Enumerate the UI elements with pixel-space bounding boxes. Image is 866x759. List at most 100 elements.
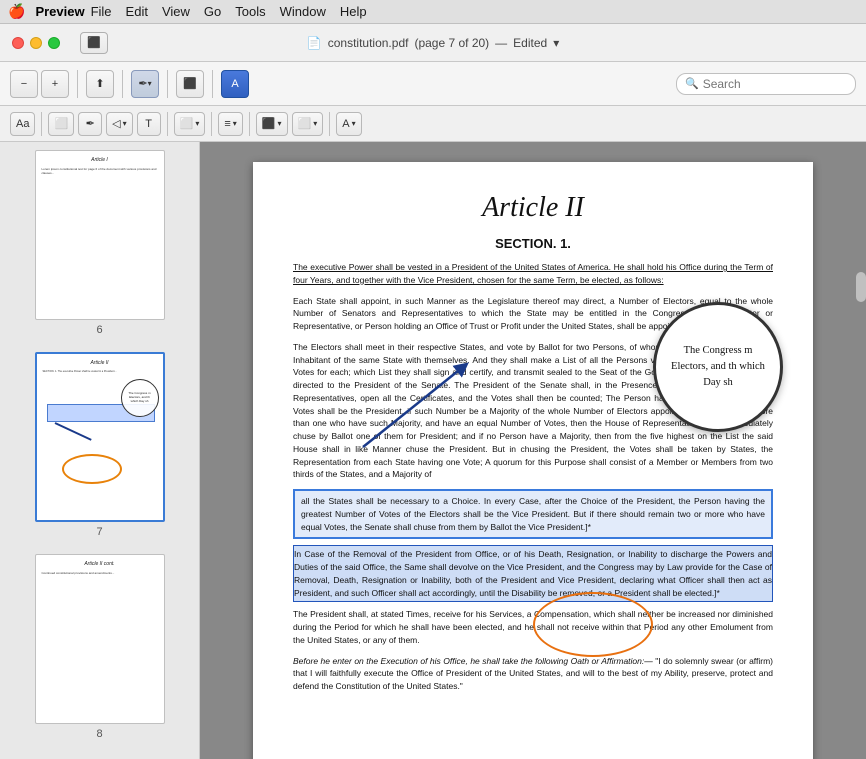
app-menu[interactable]: Preview bbox=[35, 4, 84, 19]
thumb-label-6: 6 bbox=[96, 324, 102, 336]
toolbar-divider-1 bbox=[77, 70, 78, 98]
fill-icon: ⬛ bbox=[262, 117, 276, 130]
page-thumb-8[interactable]: Article II cont. Continued constitutiona… bbox=[4, 554, 195, 740]
highlighted-paragraph: In Case of the Removal of the President … bbox=[293, 545, 773, 602]
maximize-button[interactable] bbox=[48, 37, 60, 49]
titlebar: ⬛ 📄 constitution.pdf (page 7 of 20) — Ed… bbox=[0, 24, 866, 62]
stroke-caret-icon: ▾ bbox=[313, 119, 317, 128]
boxed-paragraph: all the States shall be necessary to a C… bbox=[293, 489, 773, 539]
font2-icon: A bbox=[342, 118, 349, 130]
align-icon: ≡ bbox=[224, 118, 230, 130]
align-caret-icon: ▾ bbox=[233, 119, 237, 128]
fill-button[interactable]: ⬛ ▾ bbox=[256, 112, 288, 136]
edit-menu[interactable]: Edit bbox=[126, 4, 148, 19]
magnifier-content: The Congress m Electors, and th which Da… bbox=[656, 335, 780, 398]
apple-menu[interactable]: 🍎 bbox=[8, 3, 25, 20]
t2-divider-4 bbox=[249, 112, 250, 136]
section-heading: SECTION. 1. bbox=[293, 236, 773, 251]
paragraph-4: all the States shall be necessary to a C… bbox=[301, 495, 765, 533]
text-button[interactable]: T bbox=[137, 112, 161, 136]
window-menu[interactable]: Window bbox=[280, 4, 326, 19]
draw-button[interactable]: ✒ bbox=[78, 112, 102, 136]
file-menu[interactable]: File bbox=[91, 4, 112, 19]
search-icon: 🔍 bbox=[685, 77, 699, 90]
paragraph-7: Before he enter on the Execution of his … bbox=[293, 655, 773, 693]
stroke-button[interactable]: ⬜ ▾ bbox=[292, 112, 324, 136]
thumb-label-8: 8 bbox=[96, 728, 102, 740]
toolbar-divider-2 bbox=[122, 70, 123, 98]
zoom-out-button[interactable]: − bbox=[10, 70, 38, 98]
search-box: 🔍 bbox=[676, 73, 856, 95]
page-thumb-6[interactable]: Article I Lorem ipsum constitutional tex… bbox=[4, 150, 195, 336]
page-thumb-box-7[interactable]: Article II SECTION. 1. The executive Pow… bbox=[35, 352, 165, 522]
zoom-in-button[interactable]: + bbox=[41, 70, 69, 98]
t2-divider-2 bbox=[167, 112, 168, 136]
traffic-lights bbox=[12, 37, 60, 49]
scrollbar-handle[interactable] bbox=[856, 272, 866, 302]
paragraph-6: The President shall, at stated Times, re… bbox=[293, 608, 773, 646]
t2-divider-1 bbox=[41, 112, 42, 136]
page-info: (page 7 of 20) bbox=[414, 36, 489, 50]
pen-caret-icon: ▾ bbox=[148, 79, 152, 88]
filename: constitution.pdf bbox=[328, 36, 409, 50]
pen-tool-button[interactable]: ✒ ▾ bbox=[131, 70, 159, 98]
edited-label: Edited bbox=[513, 36, 547, 50]
shape-caret-icon: ▾ bbox=[123, 119, 127, 128]
menubar: 🍎 Preview File Edit View Go Tools Window… bbox=[0, 0, 866, 24]
share-button[interactable]: ⬆ bbox=[86, 70, 114, 98]
main-area: Article I Lorem ipsum constitutional tex… bbox=[0, 142, 866, 759]
help-menu[interactable]: Help bbox=[340, 4, 367, 19]
fill-caret-icon: ▾ bbox=[278, 119, 282, 128]
thumb-title-7: Article II bbox=[43, 360, 157, 367]
document-page: Article II SECTION. 1. The executive Pow… bbox=[253, 162, 813, 759]
t2-divider-3 bbox=[211, 112, 212, 136]
t2-divider-5 bbox=[329, 112, 330, 136]
go-menu[interactable]: Go bbox=[204, 4, 221, 19]
sidebar: Article I Lorem ipsum constitutional tex… bbox=[0, 142, 200, 759]
rect-button[interactable]: ⬜ bbox=[48, 112, 74, 136]
border-caret-icon: ▾ bbox=[195, 119, 199, 128]
view-menu[interactable]: View bbox=[162, 4, 190, 19]
thumb-arrow bbox=[54, 422, 91, 441]
search-input[interactable] bbox=[703, 77, 847, 91]
thumb-title-6: Article I bbox=[42, 157, 158, 164]
thumb-label-7: 7 bbox=[96, 526, 102, 538]
window-title: 📄 constitution.pdf (page 7 of 20) — Edit… bbox=[307, 36, 559, 50]
shape-button[interactable]: ◁ ▾ bbox=[106, 112, 132, 136]
thumb-magnifier: The Congress mElectors, and thwhich Day … bbox=[121, 379, 159, 417]
underlined-text-1: The executive Power shall be vested in a… bbox=[293, 262, 773, 285]
stroke-icon: ⬜ bbox=[298, 117, 312, 130]
align-button[interactable]: ≡ ▾ bbox=[218, 112, 242, 136]
page-thumb-box-8[interactable]: Article II cont. Continued constitutiona… bbox=[35, 554, 165, 724]
thumb-text-8: Continued constitutional provisions and … bbox=[42, 571, 158, 575]
border-button[interactable]: ⬜ ▾ bbox=[174, 112, 206, 136]
italic-text: Before he enter on the Execution of his … bbox=[293, 656, 653, 666]
separator: — bbox=[495, 36, 507, 50]
thumb-title-8: Article II cont. bbox=[42, 561, 158, 568]
thumb-text-7: SECTION. 1. The executive Power shall be… bbox=[43, 370, 157, 374]
magnifier-overlay: The Congress m Electors, and th which Da… bbox=[653, 302, 783, 432]
doc-area[interactable]: Article II SECTION. 1. The executive Pow… bbox=[200, 142, 866, 759]
toolbar-divider-3 bbox=[167, 70, 168, 98]
close-button[interactable] bbox=[12, 37, 24, 49]
shape-icon: ◁ bbox=[112, 117, 120, 130]
tools-menu[interactable]: Tools bbox=[235, 4, 265, 19]
sidebar-toggle-btn[interactable]: ⬛ bbox=[80, 32, 108, 54]
pen-icon: ✒ bbox=[138, 77, 147, 90]
font-button[interactable]: Aa bbox=[10, 112, 35, 136]
sidebar-btn[interactable]: ⬛ bbox=[176, 70, 204, 98]
thumb-content-8: Article II cont. Continued constitutiona… bbox=[36, 555, 164, 581]
font2-button[interactable]: A ▾ bbox=[336, 112, 361, 136]
thumb-text-6: Lorem ipsum constitutional text for page… bbox=[42, 167, 158, 175]
thumb-content-7: Article II SECTION. 1. The executive Pow… bbox=[37, 354, 163, 380]
paragraph-1: The executive Power shall be vested in a… bbox=[293, 261, 773, 287]
page-thumb-box-6[interactable]: Article I Lorem ipsum constitutional tex… bbox=[35, 150, 165, 320]
font2-caret-icon: ▾ bbox=[352, 119, 356, 128]
annotate-button[interactable]: A bbox=[221, 70, 249, 98]
toolbar-divider-4 bbox=[212, 70, 213, 98]
thumb-orange-ellipse bbox=[62, 454, 122, 484]
chevron-down-icon[interactable]: ▾ bbox=[553, 36, 559, 50]
minimize-button[interactable] bbox=[30, 37, 42, 49]
page-thumb-7[interactable]: Article II SECTION. 1. The executive Pow… bbox=[4, 352, 195, 538]
article-title: Article II bbox=[293, 192, 773, 224]
